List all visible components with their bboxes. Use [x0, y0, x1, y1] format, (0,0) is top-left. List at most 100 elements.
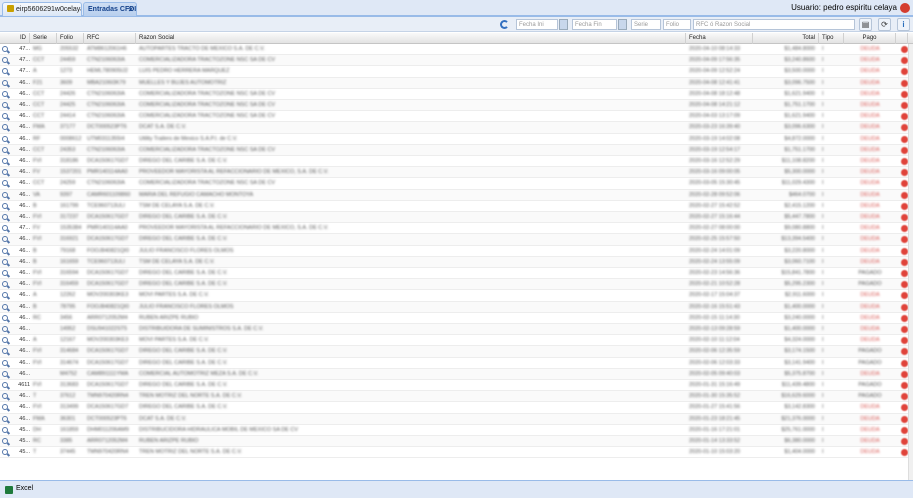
view-detail-icon[interactable] — [2, 303, 8, 310]
view-detail-icon[interactable] — [2, 124, 8, 131]
table-row[interactable]: 46... B 79168 FOOJ840821QI0 JULIO FRANCISCO … — [0, 246, 913, 257]
table-row[interactable]: 46... FMA 37177 DCT000523PT6 DCAT S.A. DE C.… — [0, 122, 913, 134]
status-dot-icon[interactable] — [901, 292, 908, 300]
col-razon-social[interactable]: Razon Social — [136, 33, 686, 44]
table-row[interactable]: 4611 FVI 313683 DCA150617GD7 DIREGO DEL CARI… — [0, 380, 913, 392]
table-row[interactable]: 45... RC 3385 ARR0712052M4 RUBEN ARIZPE RUBI… — [0, 436, 913, 448]
view-detail-icon[interactable] — [2, 292, 8, 299]
view-detail-icon[interactable] — [2, 314, 8, 321]
status-dot-icon[interactable] — [901, 326, 908, 333]
col-fecha[interactable]: Fecha — [686, 33, 753, 44]
view-detail-icon[interactable] — [2, 404, 8, 411]
view-detail-icon[interactable] — [2, 225, 8, 232]
status-dot-icon[interactable] — [901, 146, 908, 154]
vertical-scrollbar[interactable] — [908, 44, 913, 480]
logout-icon[interactable] — [900, 3, 910, 13]
table-row[interactable]: 46... VA 9397 CAMR601109860 MARIA DEL REFUGI… — [0, 189, 913, 201]
status-dot-icon[interactable] — [901, 202, 908, 210]
view-detail-icon[interactable] — [2, 258, 8, 265]
table-row[interactable]: 45... DH 161859 DHM011206AM9 DISTRIBUCIDORA … — [0, 425, 913, 436]
table-row[interactable]: 46... CCT 24414 CTN2106063IA COMERCIALIZADOR… — [0, 111, 913, 123]
view-detail-icon[interactable] — [2, 382, 8, 388]
table-row[interactable]: 46... B 161659 TCE960713ULI TSM DE CELAYA S.… — [0, 256, 913, 268]
table-row[interactable]: 46... F21 3609 MBA2106I3K79 MUELLES Y BUJES … — [0, 77, 913, 89]
view-detail-icon[interactable] — [2, 180, 8, 187]
view-detail-icon[interactable] — [2, 57, 8, 64]
fecha-ini-input[interactable]: Fecha Ini — [516, 19, 558, 30]
view-detail-icon[interactable] — [2, 438, 8, 444]
view-detail-icon[interactable] — [2, 146, 8, 153]
table-row[interactable]: 46... B 78795 FOOJ840821QI0 JULIO FRANCISCO … — [0, 301, 913, 313]
status-dot-icon[interactable] — [901, 247, 908, 255]
table-row[interactable]: 47... A 1273 HEML780905IJ2 LUIS PEDRO HERRER… — [0, 66, 913, 78]
print-icon[interactable]: ▤ — [859, 18, 872, 31]
status-dot-icon[interactable] — [901, 426, 908, 434]
view-detail-icon[interactable] — [2, 202, 8, 209]
status-dot-icon[interactable] — [901, 158, 908, 165]
folio-input[interactable]: Folio — [663, 19, 691, 30]
view-detail-icon[interactable] — [2, 191, 8, 198]
status-dot-icon[interactable] — [901, 180, 908, 188]
view-detail-icon[interactable] — [2, 337, 8, 344]
status-dot-icon[interactable] — [901, 113, 908, 121]
status-dot-icon[interactable] — [901, 393, 908, 401]
status-dot-icon[interactable] — [901, 79, 908, 87]
view-detail-icon[interactable] — [2, 370, 8, 377]
view-detail-icon[interactable] — [2, 90, 8, 97]
table-row[interactable]: 46... B 161799 TCE960713ULI TSM DE CELAYA S.… — [0, 201, 913, 212]
table-row[interactable]: 47... FV 1535384 PMR140114AA0 PROVEEDOR MAYO… — [0, 223, 913, 235]
col-id[interactable]: ID — [0, 33, 30, 44]
table-row[interactable]: 46... CCT 24425 CTN2106063IA COMERCIALIZADOR… — [0, 100, 913, 112]
status-dot-icon[interactable] — [901, 258, 908, 266]
excel-export-button[interactable]: Excel — [16, 485, 33, 492]
status-dot-icon[interactable] — [901, 314, 908, 322]
table-row[interactable]: 46... FVI 314684 DCA150617GD7 DIREGO DEL CAR… — [0, 346, 913, 358]
view-detail-icon[interactable] — [2, 79, 8, 86]
serie-input[interactable]: Serie — [631, 19, 661, 30]
table-row[interactable]: 45... T 37445 TMN970420RN4 TREN MOTRIZ DEL N… — [0, 447, 913, 459]
table-row[interactable]: 46... FVI 314674 DCA150617GD7 DIREGO DEL CAR… — [0, 358, 913, 369]
view-detail-icon[interactable] — [2, 68, 8, 75]
table-row[interactable]: 46... CCT 24259 CTN2106063IA COMERCIALIZADOR… — [0, 178, 913, 190]
status-dot-icon[interactable] — [901, 404, 908, 412]
status-dot-icon[interactable] — [901, 57, 908, 65]
view-detail-icon[interactable] — [2, 46, 8, 52]
col-total[interactable]: Total — [753, 33, 819, 44]
status-dot-icon[interactable] — [901, 169, 908, 177]
view-detail-icon[interactable] — [2, 247, 8, 254]
status-dot-icon[interactable] — [901, 359, 908, 367]
table-row[interactable]: 46... RC 3456 ARR0712052M4 RUBEN ARIZPE RUBI… — [0, 313, 913, 324]
info-icon[interactable]: i — [897, 18, 910, 31]
view-detail-icon[interactable] — [2, 393, 8, 400]
table-row[interactable]: 46... A 12167 MOV200303KE3 MOVI PARTES S.A. … — [0, 335, 913, 347]
view-detail-icon[interactable] — [2, 158, 8, 164]
fecha-fin-input[interactable]: Fecha Fin — [572, 19, 617, 30]
view-detail-icon[interactable] — [2, 281, 8, 288]
table-row[interactable]: 46... RF 0008612 UTM0311355I4 Utility Traile… — [0, 134, 913, 145]
col-folio[interactable]: Folio — [57, 33, 84, 44]
close-icon[interactable]: × — [128, 3, 133, 16]
status-dot-icon[interactable] — [901, 68, 908, 76]
status-dot-icon[interactable] — [901, 382, 908, 389]
table-row[interactable]: 46... 14952 DSU941022ST5 DISTRIBUIDORA DE S… — [0, 324, 913, 336]
table-row[interactable]: 46... FVI 313499 DCA150617GD7 DIREGO DEL CAR… — [0, 402, 913, 414]
status-dot-icon[interactable] — [901, 438, 908, 445]
status-dot-icon[interactable] — [901, 281, 908, 289]
rfc-search-input[interactable]: RFC ó Razon Social — [693, 19, 855, 30]
table-row[interactable]: 46... A 12262 MOV200303KE3 MOVI PARTES S.A. … — [0, 290, 913, 302]
view-detail-icon[interactable] — [2, 359, 8, 366]
status-dot-icon[interactable] — [901, 124, 908, 132]
view-detail-icon[interactable] — [2, 102, 8, 108]
status-dot-icon[interactable] — [901, 236, 908, 244]
table-row[interactable]: 46... T 37612 TMN970420RN4 TREN MOTRIZ DEL N… — [0, 391, 913, 403]
refresh-icon[interactable] — [500, 20, 509, 29]
status-dot-icon[interactable] — [901, 303, 908, 311]
status-dot-icon[interactable] — [901, 214, 908, 221]
calendar-icon[interactable] — [559, 19, 568, 30]
table-row[interactable]: 46... FVI 317237 DCA150617GD7 DIREGO DEL CAR… — [0, 212, 913, 224]
table-row[interactable]: 46... FV 1537201 PMR140114AA0 PROVEEDOR MAYO… — [0, 167, 913, 179]
view-detail-icon[interactable] — [2, 236, 8, 243]
tab-entradas-cfdi[interactable]: Entradas CFDI × — [83, 2, 137, 16]
status-dot-icon[interactable] — [901, 191, 908, 199]
status-dot-icon[interactable] — [901, 337, 908, 345]
